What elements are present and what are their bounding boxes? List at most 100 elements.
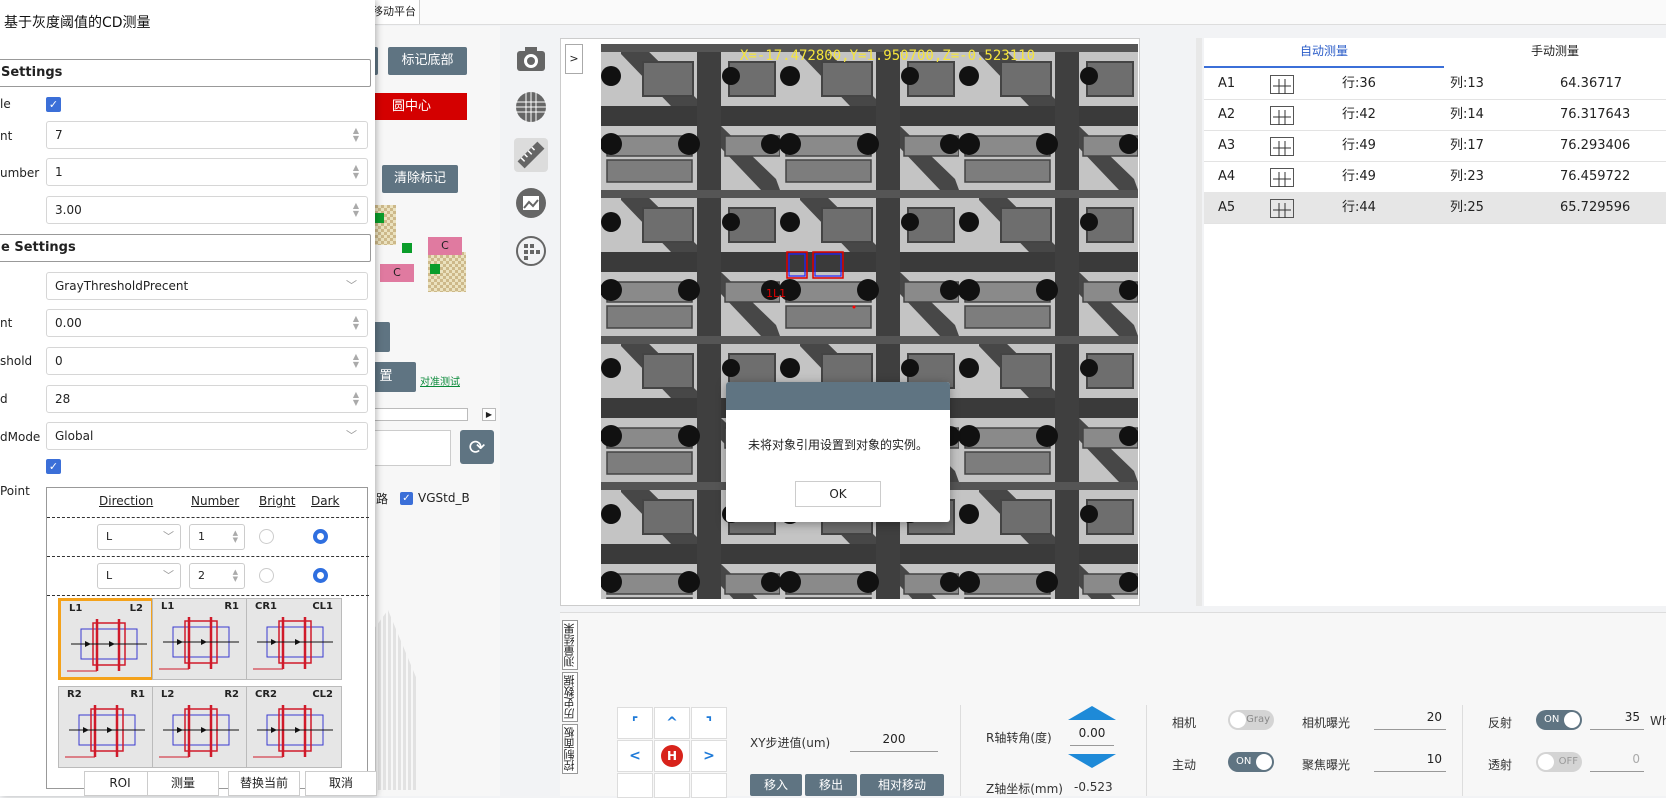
measure-button[interactable]: 测量 — [147, 771, 219, 796]
refresh-settings-icon[interactable]: ⟳ — [460, 430, 494, 464]
scroll-right-icon[interactable]: ▶ — [482, 408, 496, 421]
threshold-field[interactable]: 0 ▲ ▼ — [46, 347, 368, 375]
move-in-button[interactable]: 移入 — [750, 774, 802, 796]
cancel-button[interactable]: 取消 — [305, 771, 377, 796]
camera-icon[interactable] — [514, 42, 548, 76]
grid-icon[interactable] — [514, 90, 548, 124]
section-edge-settings-header[interactable]: e Settings — [0, 234, 371, 262]
tab-control-panel[interactable]: 控制面板 — [562, 724, 578, 774]
transmit-toggle[interactable]: OFF — [1536, 752, 1582, 772]
z-axis-label: Z轴坐标(mm) — [986, 782, 1063, 796]
table-row[interactable]: A2 行:42 列:14 76.317643 — [1204, 99, 1666, 131]
roi-button[interactable]: ROI — [84, 771, 156, 796]
viewport-expand-button[interactable]: > — [565, 44, 583, 74]
arrow-up-icon[interactable]: ^ — [654, 707, 690, 739]
row-value: 64.36717 — [1560, 76, 1623, 91]
reflect-label: 反射 — [1488, 716, 1513, 730]
edge-mode-tile[interactable]: L2 R2 — [152, 686, 248, 768]
c-chip[interactable]: C — [428, 237, 462, 255]
r-angle-down-icon[interactable] — [1068, 754, 1116, 768]
direction-select-2[interactable]: L ﹀ — [97, 563, 181, 589]
table-row[interactable]: A1 行:36 列:13 64.36717 — [1204, 68, 1666, 100]
active-toggle[interactable]: ON — [1228, 752, 1274, 772]
dark-radio-2[interactable] — [313, 568, 328, 583]
camera-exposure-input[interactable]: 20 — [1374, 710, 1446, 730]
edge-mode-tile[interactable]: R2 R1 — [58, 686, 154, 768]
ok-button[interactable]: OK — [795, 481, 881, 507]
clear-mark-button[interactable]: 清除标记 — [382, 165, 458, 193]
image-icon[interactable] — [514, 186, 548, 220]
xy-step-input[interactable]: 200 — [850, 732, 938, 752]
mark-bottom-button[interactable]: 标记底部 — [388, 47, 467, 75]
enable-checkbox[interactable]: ✓ — [46, 97, 61, 112]
r-angle-up-icon[interactable] — [1068, 706, 1116, 720]
edge-mode-tile[interactable]: CR1 CL1 — [246, 598, 342, 680]
panel-divider[interactable] — [1196, 38, 1202, 606]
network-settings-icon[interactable] — [514, 234, 548, 268]
top-tab-bar — [366, 0, 1666, 25]
replace-current-button[interactable]: 替换当前 — [228, 771, 300, 796]
reflect-toggle[interactable]: ON — [1536, 710, 1582, 730]
measure-tool-icon[interactable] — [514, 138, 548, 172]
bright-radio-2[interactable] — [259, 568, 274, 583]
align-test-link[interactable]: 对准测试 — [420, 373, 460, 388]
measure-type-icon — [1270, 168, 1294, 187]
edge-mode-tile[interactable]: L1 L2 — [58, 598, 154, 680]
measure-type-icon — [1270, 199, 1294, 218]
mode-select[interactable]: Global ﹀ — [46, 422, 368, 450]
number-input-1[interactable]: 1 ▲ ▼ — [189, 524, 245, 550]
focus-exposure-label: 聚焦曝光 — [1302, 758, 1351, 772]
number-input-2[interactable]: 2 ▲ ▼ — [189, 563, 245, 589]
direction-select-1[interactable]: L ﹀ — [97, 524, 181, 550]
table-row[interactable]: A5 行:44 列:25 65.729596 — [1204, 192, 1666, 224]
focus-exposure-input[interactable]: 10 — [1374, 752, 1446, 772]
edge-mode-tile[interactable]: CR2 CL2 — [246, 686, 342, 768]
r-angle-input[interactable]: 0.00 — [1070, 726, 1114, 746]
transmit-value-input[interactable]: 0 — [1590, 752, 1644, 772]
chevron-down-icon: ﹀ — [163, 569, 174, 582]
modal-message: 未将对象引用设置到对象的实例。 — [747, 438, 928, 452]
dark-radio-1[interactable] — [313, 529, 328, 544]
arrow-down-icon[interactable] — [654, 773, 690, 798]
percent-field[interactable]: 0.00 ▲ ▼ — [46, 309, 368, 337]
chevron-down-icon: ﹀ — [346, 429, 357, 442]
tab-auto-measure[interactable]: 自动测量 — [1204, 38, 1444, 68]
bright-radio-1[interactable] — [259, 529, 274, 544]
arrow-right-icon[interactable]: > — [691, 740, 727, 772]
tab-manual-measure[interactable]: 手动测量 — [1444, 38, 1666, 66]
scale-field[interactable]: 3.00 ▲ ▼ — [46, 196, 368, 224]
c-chip[interactable]: C — [380, 264, 414, 282]
arrow-left-icon[interactable]: < — [617, 740, 653, 772]
row-id: A5 — [1218, 200, 1236, 215]
d-field[interactable]: 28 ▲ ▼ — [46, 385, 368, 413]
arrow-down-left-icon[interactable] — [617, 773, 653, 798]
vgstd-checkbox[interactable]: ✓ — [400, 492, 413, 505]
tab-measure-result[interactable]: 测量结果 — [562, 620, 578, 670]
edge-mode-tile[interactable]: L1 R1 — [152, 598, 248, 680]
camera-exposure-label: 相机曝光 — [1302, 716, 1351, 730]
camera-mode-toggle[interactable]: Gray — [1228, 710, 1274, 730]
spinner-icon: ▲ ▼ — [232, 568, 238, 583]
section-settings-header[interactable]: Settings — [0, 59, 371, 87]
count-field[interactable]: 7 ▲ ▼ — [46, 121, 368, 149]
relative-move-button[interactable]: 相对移动 — [860, 774, 944, 796]
enable-label: le — [0, 97, 11, 111]
move-out-button[interactable]: 移出 — [805, 774, 857, 796]
spinner-icon: ▲ ▼ — [232, 529, 238, 544]
reflect-value-input[interactable]: 35 — [1590, 710, 1644, 730]
arrow-up-right-icon[interactable]: ⌝ — [691, 707, 727, 739]
table-row[interactable]: A3 行:49 列:17 76.293406 — [1204, 130, 1666, 162]
arrow-down-right-icon[interactable] — [691, 773, 727, 798]
option-checkbox[interactable]: ✓ — [46, 459, 61, 474]
home-button[interactable]: H — [654, 740, 690, 772]
table-row[interactable]: A4 行:49 列:23 76.459722 — [1204, 161, 1666, 193]
tile-left-label: L2 — [161, 689, 175, 700]
tile-right-label: L2 — [129, 603, 143, 614]
tile-right-label: CL2 — [312, 689, 333, 700]
method-select[interactable]: GrayThresholdPrecent ﹀ — [46, 272, 368, 300]
measure-overlay-label: 1L1 — [766, 287, 787, 300]
arrow-up-left-icon[interactable]: ⌜ — [617, 707, 653, 739]
tab-history-data[interactable]: 历史数据 — [562, 672, 578, 722]
number-field[interactable]: 1 ▲ ▼ — [46, 158, 368, 186]
row-line: 行:42 — [1342, 107, 1376, 122]
